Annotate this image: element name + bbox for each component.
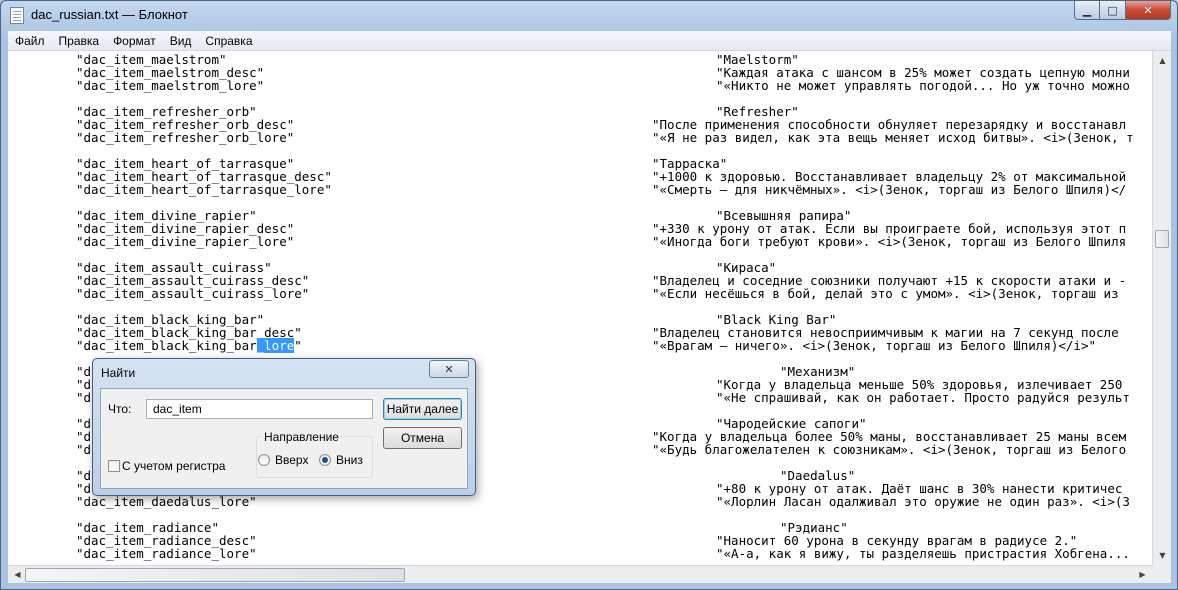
find-dialog-title: Найти (101, 366, 136, 380)
line-value: "«Врагам – ничего». <i>(Зенок, торгаш из… (652, 338, 1097, 353)
text-selection: _lore (256, 338, 295, 353)
scroll-right-icon[interactable]: ▶ (1134, 566, 1151, 583)
find-what-label: Что: (108, 402, 132, 416)
line-key: "dac_item_heart_of_tarrasque_lore" (76, 182, 332, 197)
window-title: dac_russian.txt — Блокнот (31, 7, 188, 22)
line-key: "dac_item_daedalus_lore" (76, 494, 257, 509)
line-value: "«Будь благожелателен к союзникам». <i>(… (652, 442, 1127, 457)
line-value: "«Никто не может управлять погодой... Но… (716, 78, 1130, 93)
line-key: "dac_item_radiance_lore" (76, 546, 257, 561)
menu-bar: Файл Правка Формат Вид Справка (8, 31, 1171, 51)
line-key: "dac_item_assault_cuirass_lore" (76, 286, 310, 301)
line-value: "«Лорлин Ласан одалживал это оружие не о… (716, 494, 1130, 509)
close-button[interactable]: ✕ (1126, 1, 1171, 20)
size-grip[interactable] (1152, 565, 1171, 583)
find-next-button[interactable]: Найти далее (383, 398, 462, 420)
line-key: "d (76, 442, 92, 457)
match-case-label: С учетом регистра (122, 459, 226, 473)
title-bar[interactable]: dac_russian.txt — Блокнот ▁ □ ✕ (1, 1, 1177, 31)
cancel-button[interactable]: Отмена (383, 427, 462, 449)
vertical-scrollbar[interactable]: ▲ ▼ (1152, 51, 1171, 565)
horizontal-scroll-thumb[interactable] (25, 568, 405, 582)
line-value: "«Смерть – для никчёмных». <i>(Зенок, то… (652, 182, 1127, 197)
scroll-up-icon[interactable]: ▲ (1154, 52, 1171, 69)
line-key: "d (76, 390, 92, 405)
find-dialog: Найти ✕ Что: dac_item Найти далее Отмена… (92, 358, 476, 496)
menu-format[interactable]: Формат (106, 34, 163, 48)
notepad-window: dac_russian.txt — Блокнот ▁ □ ✕ Файл Пра… (0, 0, 1178, 590)
direction-down-radio[interactable] (319, 454, 331, 466)
line-key: "dac_item_black_king_bar_lore" (76, 338, 302, 353)
scroll-left-icon[interactable]: ◀ (9, 566, 26, 583)
direction-up-label: Вверх (275, 453, 309, 467)
minimize-button[interactable]: ▁ (1074, 1, 1100, 20)
line-value: "«Если несёшься в бой, делай это с умом»… (652, 286, 1119, 301)
find-what-input[interactable]: dac_item (146, 399, 373, 419)
line-key: "dac_item_maelstrom_lore" (76, 78, 265, 93)
horizontal-scrollbar[interactable]: ◀ ▶ (8, 565, 1152, 583)
menu-view[interactable]: Вид (163, 34, 199, 48)
line-key: "dac_item_refresher_orb_lore" (76, 130, 295, 145)
vertical-scroll-thumb[interactable] (1155, 229, 1169, 248)
line-value: "«Иногда боги требуют крови». <i>(Зенок,… (652, 234, 1127, 249)
line-value: "«Я не раз видел, как эта вещь меняет ис… (652, 130, 1134, 145)
direction-label: Направление (262, 430, 341, 444)
maximize-icon: □ (1107, 3, 1118, 17)
find-dialog-body: Что: dac_item Найти далее Отмена Направл… (100, 388, 468, 489)
menu-file[interactable]: Файл (8, 34, 52, 48)
match-case-checkbox[interactable] (108, 460, 120, 472)
scroll-down-icon[interactable]: ▼ (1154, 547, 1171, 564)
close-icon: ✕ (444, 362, 454, 376)
line-key: "dac_item_divine_rapier_lore" (76, 234, 295, 249)
direction-down-label: Вниз (336, 453, 363, 467)
notepad-icon (10, 7, 24, 24)
direction-up-radio[interactable] (258, 454, 270, 466)
menu-help[interactable]: Справка (198, 34, 259, 48)
menu-edit[interactable]: Правка (52, 34, 107, 48)
line-value: "«А-а, как я вижу, ты разделяешь пристра… (716, 546, 1130, 561)
minimize-icon: ▁ (1082, 3, 1092, 17)
line-value: "«Не спрашивай, как он работает. Просто … (716, 390, 1130, 405)
find-dialog-close-button[interactable]: ✕ (429, 360, 469, 378)
maximize-button[interactable]: □ (1100, 1, 1126, 20)
close-icon: ✕ (1143, 3, 1153, 17)
